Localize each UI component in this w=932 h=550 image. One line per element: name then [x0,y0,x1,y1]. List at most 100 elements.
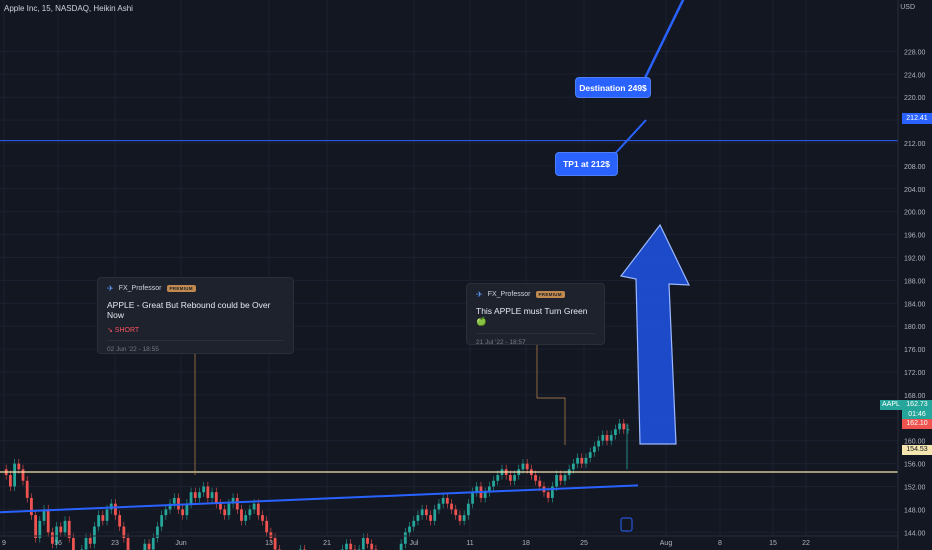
destination-annotation[interactable]: Destination 249$ [575,77,651,98]
idea-title: This APPLE must Turn Green 🍏 [476,306,588,326]
candle-body [160,515,164,527]
candle-body [9,475,12,487]
support-price-tag: 154.53 [902,445,932,455]
author-row: ✈ FX_Professor PREMIUM [107,284,284,293]
x-tick-label: Aug [660,540,673,547]
candle-body [261,515,264,521]
candle-body [445,497,449,504]
candle-body [30,497,33,516]
candle-body [273,538,277,550]
candle-body [370,543,374,550]
y-tick-label: 220.00 [904,95,926,102]
candle-body [441,497,445,504]
author-name: FX_Professor [487,291,531,298]
y-tick-label: 208.00 [904,164,926,171]
candle-body [584,457,588,464]
candle-body [126,538,130,550]
candle-body [483,492,487,498]
candle-body [219,503,222,510]
candle-body [181,509,185,516]
candle-body [412,520,416,527]
candle-body [538,480,542,487]
candle-body [206,486,210,498]
candle-body [114,503,117,516]
candle-body [84,538,88,550]
candle-body [172,497,176,504]
candle-body [93,526,96,544]
candle-body [450,503,453,510]
calendar-icon [620,517,633,532]
candle-body [202,486,206,493]
short-signal: ↘ SHORT [107,327,140,334]
x-tick-label: 22 [802,540,810,547]
candle-body [269,532,273,539]
divider [107,340,284,341]
price-chart[interactable]: 228.00224.00220.00216.00212.00208.00204.… [0,0,932,550]
candle-body [571,463,575,470]
candle-body [424,509,428,516]
candle-body [151,538,155,550]
tp1-pointer [611,119,647,158]
x-tick-label: 8 [718,540,722,547]
candle-body [345,543,348,550]
candle-body [609,434,613,441]
y-tick-label: 176.00 [904,347,926,354]
candle-body [13,463,17,487]
candle-body [496,475,500,481]
last-price-tag: 162.73 [902,400,932,410]
candle-body [513,475,516,481]
candle-body [592,446,596,453]
candle-body [521,463,525,470]
y-tick-label: 168.00 [904,393,926,400]
x-tick-label: 9 [2,540,6,547]
grid-lines [0,0,898,536]
y-tick-label: 152.00 [904,485,926,492]
overlays-layer [0,0,898,532]
idea-callout-long[interactable]: ✈ FX_Professor PREMIUM This APPLE must T… [466,283,605,346]
y-tick-label: 180.00 [904,324,926,331]
candle-body [458,515,462,521]
candle-body [223,509,227,516]
idea-callout-short[interactable]: ✈ FX_Professor PREMIUM APPLE - Great But… [97,277,294,354]
candle-body [555,475,558,487]
candle-body [429,515,432,521]
candle-body [622,423,626,430]
candle-body [252,503,256,510]
candle-body [361,538,365,550]
ascending-trendline [0,484,639,514]
x-tick-label: 25 [580,540,588,547]
candle-body [25,480,29,498]
symbol-tag: AAPL [880,400,902,410]
candle-body [177,497,180,510]
candle-body [72,538,75,550]
candle-body [189,492,193,504]
candle-body [97,515,101,527]
candle-body [59,526,63,533]
candle-body [256,503,260,516]
y-tick-label: 228.00 [904,49,926,56]
y-tick-label: 172.00 [904,370,926,377]
candle-body [525,463,529,470]
tp1-annotation[interactable]: TP1 at 212$ [555,152,618,176]
chart-title: Apple Inc, 15, NASDAQ, Heikin Ashi [4,4,133,13]
x-tick-label: 21 [323,540,331,547]
candle-body [618,423,621,430]
candle-body [210,492,214,498]
divider [476,333,595,334]
candle-body [164,509,168,516]
candle-body [143,543,147,550]
candle-body [454,509,458,516]
x-tick-label: Jul [410,540,419,547]
candle-body [349,543,353,550]
candle-body [534,475,537,481]
candle-body [420,509,424,516]
candle-body [105,509,109,521]
y-tick-label: 204.00 [904,187,926,194]
y-tick-label: 156.00 [904,462,926,469]
candle-body [101,515,105,521]
axes-layer: 228.00224.00220.00216.00212.00208.00204.… [0,0,932,550]
candle-body [147,543,151,550]
candle-body [46,509,50,533]
candle-body [462,515,466,521]
rocket-icon: ✈ [107,284,114,293]
